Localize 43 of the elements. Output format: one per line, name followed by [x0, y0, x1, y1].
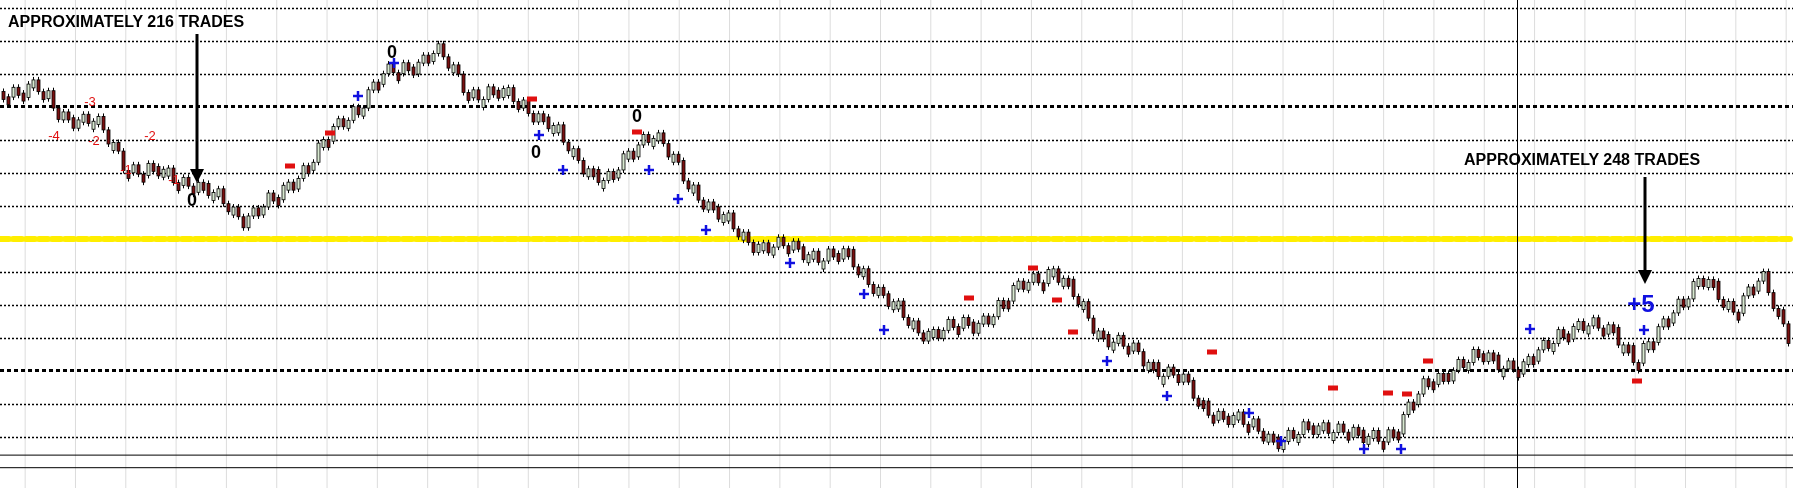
minus-marker-icon — [632, 129, 642, 135]
plus-marker-icon — [558, 165, 568, 175]
zero-label: 0 — [187, 190, 197, 210]
plus-marker-icon — [1102, 356, 1112, 366]
minus-marker-icon — [1052, 297, 1062, 303]
plus-marker-icon — [879, 325, 889, 335]
minus-marker-icon — [964, 295, 974, 301]
count-label: -2 — [144, 128, 156, 143]
count-label: -1 — [120, 162, 132, 177]
plus-marker-icon — [353, 91, 363, 101]
minus-marker-icon — [1383, 390, 1393, 396]
callout-label: APPROXIMATELY 216 TRADES — [8, 13, 245, 30]
plus-marker-icon — [389, 58, 399, 68]
count-label: -2 — [88, 133, 100, 148]
plus-marker-icon — [1276, 436, 1286, 446]
plus-marker-icon — [1525, 324, 1535, 334]
plus-marker-icon — [859, 289, 869, 299]
minus-marker-icon — [285, 163, 295, 169]
plus-marker-icon — [673, 194, 683, 204]
plus-marker-icon — [534, 130, 544, 140]
minus-marker-icon — [1328, 385, 1338, 391]
plus-marker-icon — [785, 258, 795, 268]
count-label: -1 — [168, 172, 180, 187]
minus-marker-icon — [1207, 349, 1217, 355]
zero-label: 0 — [531, 142, 541, 162]
plus-marker-icon — [1162, 391, 1172, 401]
count-label: -4 — [48, 128, 60, 143]
plus-marker-icon — [644, 165, 654, 175]
minus-marker-icon — [1423, 358, 1433, 364]
plus-marker-icon — [701, 225, 711, 235]
minus-marker-icon — [325, 130, 335, 136]
minus-marker-icon — [1632, 378, 1642, 384]
minus-marker-icon — [1402, 391, 1412, 397]
zero-label: 0 — [387, 42, 397, 62]
score-label: +5 — [1627, 290, 1655, 317]
plus-marker-icon — [1359, 444, 1369, 454]
minus-marker-icon — [527, 96, 537, 102]
plus-marker-icon — [1396, 444, 1406, 454]
plus-marker-icon — [1244, 408, 1254, 418]
minus-marker-icon — [1028, 265, 1038, 271]
zero-label: 0 — [632, 106, 642, 126]
plus-marker-icon — [1639, 325, 1649, 335]
minus-marker-icon — [1068, 329, 1078, 335]
